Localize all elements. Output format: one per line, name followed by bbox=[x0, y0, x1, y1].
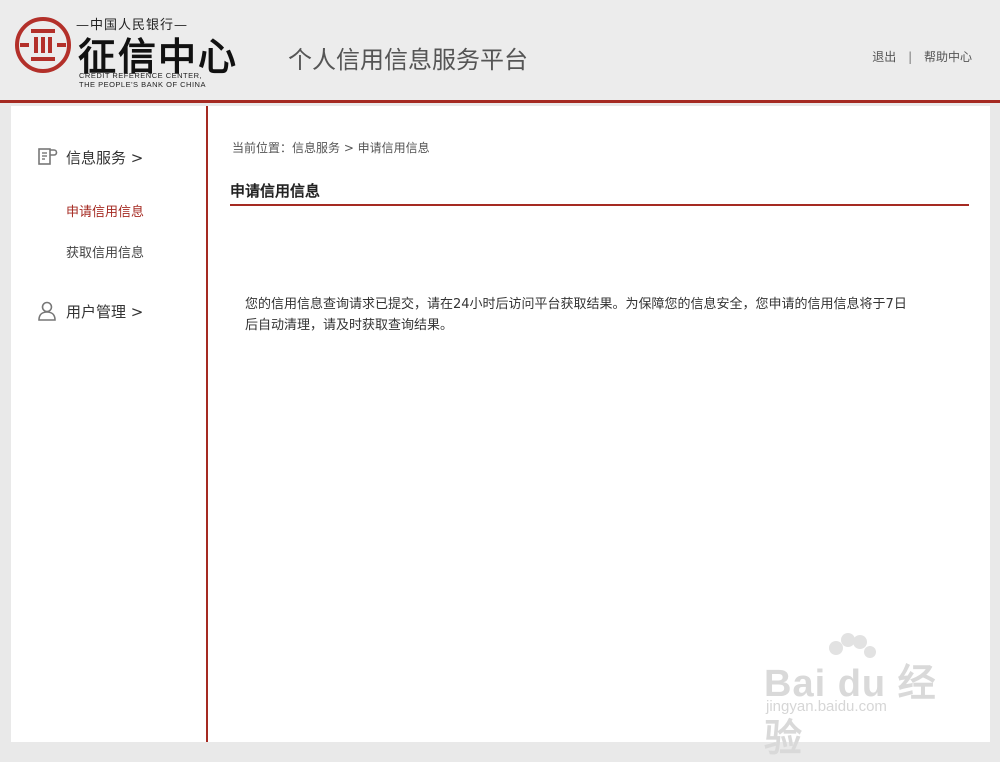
section-title: 申请信用信息 bbox=[230, 180, 969, 206]
watermark-sub: jingyan.baidu.com bbox=[766, 698, 887, 715]
logo-english-line1: CREDIT REFERENCE CENTER, bbox=[79, 71, 203, 80]
submission-message: 您的信用信息查询请求已提交，请在24小时后访问平台获取结果。为保障您的信息安全，… bbox=[245, 294, 955, 336]
user-icon bbox=[38, 301, 56, 321]
sidebar-item-apply-credit-info[interactable]: 申请信用信息 bbox=[66, 201, 144, 220]
logo-english-line2: THE PEOPLE'S BANK OF CHINA bbox=[79, 80, 206, 89]
sidebar-item-get-credit-info[interactable]: 获取信用信息 bbox=[66, 242, 144, 261]
logout-link[interactable]: 退出 bbox=[872, 50, 896, 64]
nav-group-info-service[interactable]: 信息服务 > bbox=[36, 146, 143, 168]
document-icon bbox=[38, 148, 58, 165]
nav-group-label: 用户管理 > bbox=[66, 302, 144, 321]
seal-icon bbox=[15, 17, 71, 73]
header: —中国人民银行— 征信中心 CREDIT REFERENCE CENTER, T… bbox=[0, 0, 1000, 103]
help-center-link[interactable]: 帮助中心 bbox=[924, 50, 972, 64]
nav-group-label: 信息服务 > bbox=[66, 148, 144, 167]
message-line: 后自动清理，请及时获取查询结果。 bbox=[245, 318, 454, 333]
breadcrumb: 当前位置：信息服务 > 申请信用信息 bbox=[232, 141, 430, 155]
top-links: 退出 | 帮助中心 bbox=[872, 48, 972, 65]
baidu-jingyan-watermark: Bai du 经验 jingyan.baidu.com bbox=[760, 630, 960, 760]
nav-group-user-management[interactable]: 用户管理 > bbox=[36, 300, 143, 322]
message-line: 您的信用信息查询请求已提交，请在24小时后访问平台获取结果。为保障您的信息安全，… bbox=[245, 297, 907, 312]
platform-title: 个人信用信息服务平台 bbox=[288, 46, 528, 74]
pboc-credit-center-logo: —中国人民银行— 征信中心 CREDIT REFERENCE CENTER, T… bbox=[14, 14, 236, 94]
sidebar: 信息服务 > 申请信用信息 获取信用信息 用户管理 > bbox=[11, 106, 208, 742]
link-separator: | bbox=[908, 50, 913, 64]
